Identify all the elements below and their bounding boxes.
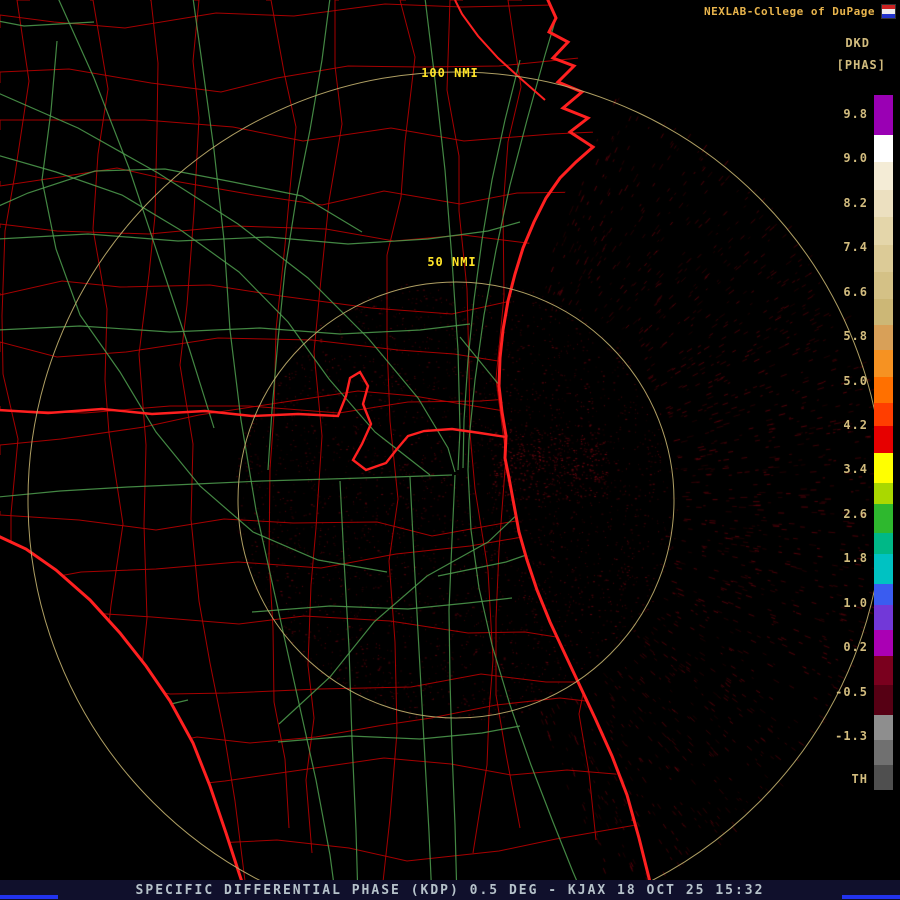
- highway-ga-ew2: [0, 323, 471, 335]
- atlantic-coastline: [497, 0, 656, 900]
- colorbar-segment: [874, 271, 893, 300]
- map-line: [0, 699, 189, 900]
- colorbar-segment: [874, 604, 893, 631]
- colorbar-segment: [874, 162, 893, 190]
- colorbar-segment: [874, 189, 893, 218]
- highway-fl-ew2: [277, 725, 521, 743]
- colorbar-segment: [874, 583, 893, 605]
- map-line: [382, 0, 416, 883]
- colorbar-segment: [874, 135, 893, 163]
- brand-text: NEXLAB-College of DuPage: [704, 5, 875, 18]
- map-line: [459, 336, 654, 550]
- map-line: [137, 0, 159, 884]
- colorbar-segment: [874, 655, 893, 686]
- map-line: [0, 518, 645, 588]
- bottom-right-blue-line: [842, 895, 900, 899]
- colorbar: [874, 95, 893, 791]
- county-boundaries: [0, 0, 654, 884]
- range-ring-label-100: 100 NMI: [421, 66, 479, 80]
- map-line: [0, 0, 95, 27]
- colorbar-threshold-label: TH: [851, 772, 868, 786]
- map-line: [179, 0, 246, 882]
- colorbar-segment: [874, 765, 893, 791]
- savannah-river: [454, 0, 546, 101]
- map-line: [0, 390, 618, 455]
- map-line: [41, 40, 388, 573]
- colorbar-segment: [874, 299, 893, 325]
- map-line: [0, 498, 654, 537]
- map-line: [0, 824, 637, 862]
- highway-fl-ew1: [251, 597, 513, 613]
- colorbar-segment: [874, 244, 893, 272]
- colorbar-segment: [874, 377, 893, 403]
- cod-logo-icon: [881, 4, 896, 19]
- colorbar-segment: [874, 349, 893, 378]
- highway-fl-v1: [448, 474, 458, 900]
- radar-display: 100 NMI 50 NMI NEXLAB-College of DuPage …: [0, 0, 900, 900]
- product-units: [PHAS]: [836, 58, 886, 72]
- map-line: [0, 152, 431, 476]
- map-line: [0, 612, 601, 645]
- map-line: [0, 757, 640, 801]
- map-line: [81, 0, 124, 830]
- highway-diag-n: [57, 0, 215, 429]
- colorbar-segment: [874, 217, 893, 245]
- colorbar-segment: [874, 714, 893, 740]
- colorbar-segment: [874, 630, 893, 656]
- colorbar-segment: [874, 453, 893, 483]
- colorbar-segment: [874, 425, 893, 454]
- status-bar: SPECIFIC DIFFERENTIAL PHASE (KDP) 0.5 DE…: [0, 880, 900, 900]
- state-and-coast-borders: [0, 0, 656, 900]
- colorbar-segment: [874, 503, 893, 534]
- colorbar-segment: [874, 739, 893, 766]
- colorbar-segment: [874, 482, 893, 504]
- map-line: [0, 223, 654, 250]
- range-ring-50nmi: [237, 281, 675, 719]
- highway-i10: [0, 474, 453, 498]
- bottom-left-blue-line: [0, 895, 58, 899]
- colorbar-segment: [874, 554, 893, 584]
- map-line: [568, 0, 607, 841]
- highway-i95: [467, 0, 586, 900]
- map-line: [0, 697, 630, 754]
- map-line: [514, 0, 654, 449]
- map-line: [613, 0, 639, 822]
- colorbar-segment: [874, 95, 893, 135]
- map-line: [305, 0, 343, 854]
- header-brand: NEXLAB-College of DuPage: [704, 4, 896, 19]
- colorbar-segment: [874, 685, 893, 715]
- map-line: [278, 264, 654, 725]
- highway-fl-v3: [409, 476, 433, 900]
- range-rings: 100 NMI 50 NMI: [27, 66, 885, 900]
- colorbar-segment: [874, 402, 893, 426]
- basemap-layer: 100 NMI 50 NMI: [0, 0, 885, 900]
- colorbar-segment: [874, 324, 893, 350]
- colorbar-segment: [874, 533, 893, 555]
- map-line: [0, 57, 654, 93]
- range-ring-label-50: 50 NMI: [427, 255, 476, 269]
- major-highways: [0, 0, 586, 900]
- minor-roads: [0, 0, 654, 900]
- product-code: DKD: [845, 36, 870, 50]
- map-line: [437, 125, 654, 577]
- status-text: SPECIFIC DIFFERENTIAL PHASE (KDP) 0.5 DE…: [135, 882, 765, 898]
- highway-i75: [192, 0, 337, 900]
